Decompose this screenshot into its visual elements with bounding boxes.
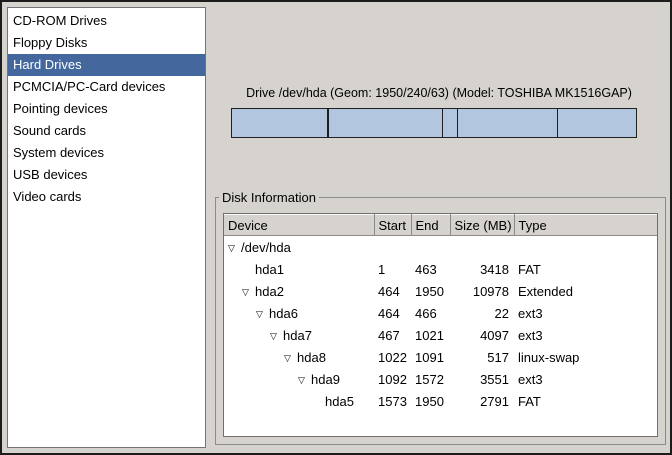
end-cell: 1950 bbox=[411, 280, 450, 302]
type-cell: FAT bbox=[514, 258, 657, 280]
tree-expander-icon[interactable]: ▽ bbox=[284, 353, 297, 364]
table-row-hda2[interactable]: ▽hda2464195010978Extended bbox=[224, 280, 657, 302]
end-cell: 1950 bbox=[411, 390, 450, 412]
partition-segment bbox=[329, 109, 443, 137]
size-cell: 3551 bbox=[450, 368, 514, 390]
partition-segment bbox=[558, 109, 636, 137]
type-cell: Extended bbox=[514, 280, 657, 302]
device-category-list: CD-ROM DrivesFloppy DisksHard DrivesPCMC… bbox=[7, 7, 206, 448]
disk-partition-bar bbox=[231, 108, 637, 138]
table-row-hda7[interactable]: ▽hda746710214097ext3 bbox=[224, 324, 657, 346]
type-cell bbox=[514, 236, 657, 259]
device-name: hda2 bbox=[255, 284, 284, 299]
device-name: hda7 bbox=[283, 328, 312, 343]
table-header-row: DeviceStartEndSize (MB)Type bbox=[224, 215, 657, 236]
start-cell: 1022 bbox=[374, 346, 411, 368]
table-row-hda5[interactable]: hda5 157319502791FAT bbox=[224, 390, 657, 412]
start-cell: 467 bbox=[374, 324, 411, 346]
disk-table-grid: DeviceStartEndSize (MB)Type ▽/dev/hdahda… bbox=[224, 214, 657, 412]
column-header-type[interactable]: Type bbox=[514, 215, 657, 236]
size-cell bbox=[450, 236, 514, 259]
sidebar-item-cd-rom-drives[interactable]: CD-ROM Drives bbox=[8, 10, 205, 32]
start-cell: 1092 bbox=[374, 368, 411, 390]
size-cell: 3418 bbox=[450, 258, 514, 280]
disk-information-frame: Disk Information DeviceStartEndSize (MB)… bbox=[215, 190, 666, 445]
type-cell: ext3 bbox=[514, 368, 657, 390]
size-cell: 4097 bbox=[450, 324, 514, 346]
disk-information-label: Disk Information bbox=[219, 190, 319, 205]
column-header-end[interactable]: End bbox=[411, 215, 450, 236]
device-cell: ▽/dev/hda bbox=[224, 236, 374, 259]
hardware-browser-window: CD-ROM DrivesFloppy DisksHard DrivesPCMC… bbox=[0, 0, 672, 455]
start-cell: 464 bbox=[374, 280, 411, 302]
size-cell: 22 bbox=[450, 302, 514, 324]
sidebar-item-pcmcia-pc-card-devices[interactable]: PCMCIA/PC-Card devices bbox=[8, 76, 205, 98]
device-cell: ▽hda7 bbox=[224, 324, 374, 346]
end-cell: 1091 bbox=[411, 346, 450, 368]
device-name: hda6 bbox=[269, 306, 298, 321]
device-name: hda9 bbox=[311, 372, 340, 387]
partition-segment bbox=[458, 109, 558, 137]
sidebar-item-usb-devices[interactable]: USB devices bbox=[8, 164, 205, 186]
disk-table-body: ▽/dev/hdahda114633418FAT▽hda246419501097… bbox=[224, 236, 657, 413]
table-row-dev-hda[interactable]: ▽/dev/hda bbox=[224, 236, 657, 259]
sidebar-item-system-devices[interactable]: System devices bbox=[8, 142, 205, 164]
column-header-size-mb[interactable]: Size (MB) bbox=[450, 215, 514, 236]
end-cell: 1021 bbox=[411, 324, 450, 346]
device-name: hda8 bbox=[297, 350, 326, 365]
start-cell bbox=[374, 236, 411, 259]
sidebar-item-floppy-disks[interactable]: Floppy Disks bbox=[8, 32, 205, 54]
column-header-device[interactable]: Device bbox=[224, 215, 374, 236]
table-row-hda1[interactable]: hda1 14633418FAT bbox=[224, 258, 657, 280]
size-cell: 2791 bbox=[450, 390, 514, 412]
sidebar-item-sound-cards[interactable]: Sound cards bbox=[8, 120, 205, 142]
end-cell: 466 bbox=[411, 302, 450, 324]
table-row-hda6[interactable]: ▽hda646446622ext3 bbox=[224, 302, 657, 324]
drive-title: Drive /dev/hda (Geom: 1950/240/63) (Mode… bbox=[212, 86, 666, 100]
end-cell: 463 bbox=[411, 258, 450, 280]
device-cell: ▽hda8 bbox=[224, 346, 374, 368]
device-cell: hda5 bbox=[224, 390, 374, 412]
partition-segment bbox=[232, 109, 328, 137]
sidebar-item-video-cards[interactable]: Video cards bbox=[8, 186, 205, 208]
device-name: hda1 bbox=[255, 262, 284, 277]
size-cell: 517 bbox=[450, 346, 514, 368]
tree-expander-icon[interactable]: ▽ bbox=[228, 243, 241, 254]
device-name: /dev/hda bbox=[241, 240, 291, 255]
sidebar-item-pointing-devices[interactable]: Pointing devices bbox=[8, 98, 205, 120]
type-cell: ext3 bbox=[514, 324, 657, 346]
table-row-hda9[interactable]: ▽hda9109215723551ext3 bbox=[224, 368, 657, 390]
start-cell: 1573 bbox=[374, 390, 411, 412]
tree-expander-icon[interactable]: ▽ bbox=[256, 309, 269, 320]
start-cell: 1 bbox=[374, 258, 411, 280]
end-cell bbox=[411, 236, 450, 259]
sidebar-item-hard-drives[interactable]: Hard Drives bbox=[8, 54, 205, 76]
table-row-hda8[interactable]: ▽hda810221091517linux-swap bbox=[224, 346, 657, 368]
tree-expander-icon[interactable]: ▽ bbox=[270, 331, 283, 342]
device-cell: ▽hda2 bbox=[224, 280, 374, 302]
tree-expander-icon[interactable]: ▽ bbox=[298, 375, 311, 386]
partition-segment bbox=[443, 109, 458, 137]
device-cell: ▽hda9 bbox=[224, 368, 374, 390]
device-cell: ▽hda6 bbox=[224, 302, 374, 324]
device-name: hda5 bbox=[325, 394, 354, 409]
size-cell: 10978 bbox=[450, 280, 514, 302]
start-cell: 464 bbox=[374, 302, 411, 324]
column-header-start[interactable]: Start bbox=[374, 215, 411, 236]
end-cell: 1572 bbox=[411, 368, 450, 390]
device-cell: hda1 bbox=[224, 258, 374, 280]
disk-table: DeviceStartEndSize (MB)Type ▽/dev/hdahda… bbox=[223, 213, 658, 437]
type-cell: ext3 bbox=[514, 302, 657, 324]
type-cell: FAT bbox=[514, 390, 657, 412]
type-cell: linux-swap bbox=[514, 346, 657, 368]
tree-expander-icon[interactable]: ▽ bbox=[242, 287, 255, 298]
